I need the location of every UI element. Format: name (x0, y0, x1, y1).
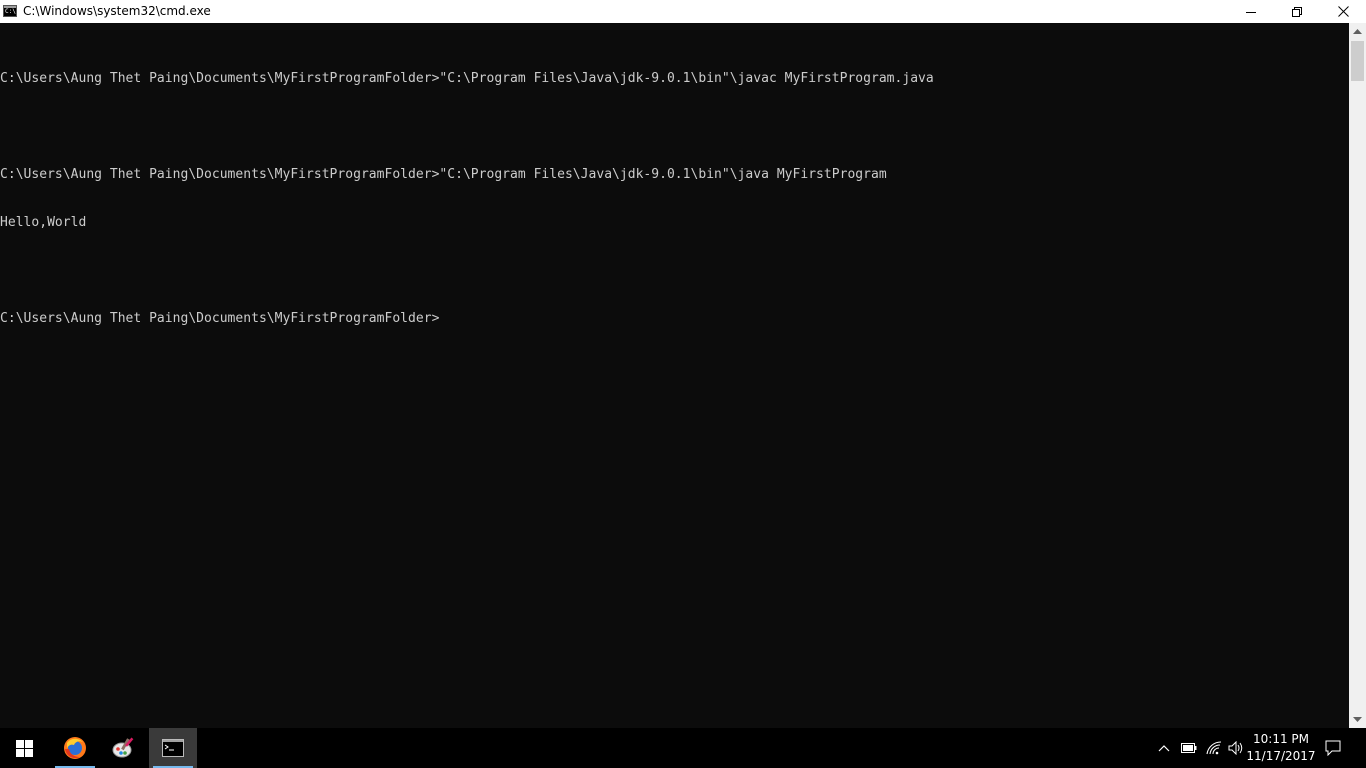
wifi-icon (1206, 741, 1222, 755)
arrow-up-icon (1353, 28, 1362, 34)
chevron-up-icon (1158, 745, 1170, 752)
windows-start-icon (15, 739, 33, 757)
scrollbar-thumb[interactable] (1351, 41, 1364, 81)
start-button[interactable] (0, 728, 48, 768)
close-icon (1337, 6, 1349, 17)
console-lines: C:\Users\Aung Thet Paing\Documents\MyFir… (0, 39, 934, 359)
arrow-down-icon (1353, 716, 1362, 722)
firefox-icon (64, 737, 86, 759)
minimize-button[interactable] (1228, 0, 1274, 23)
battery-icon (1181, 743, 1197, 753)
paint-icon (112, 737, 134, 758)
taskbar: 10:11 PM 11/17/2017 (0, 728, 1366, 768)
title-bar[interactable]: C:\ C:\Windows\system32\cmd.exe (0, 0, 1366, 23)
console-output[interactable]: C:\Users\Aung Thet Paing\Documents\MyFir… (0, 23, 1349, 728)
battery-button[interactable] (1179, 738, 1199, 758)
console-line: C:\Users\Aung Thet Paing\Documents\MyFir… (0, 71, 934, 86)
restore-icon (1292, 6, 1302, 17)
cmd-icon[interactable]: C:\ (3, 5, 17, 17)
cmd-icon-text: C:\ (5, 8, 16, 15)
taskbar-cmd[interactable] (149, 728, 197, 768)
cmd-icon (162, 739, 184, 757)
console-line: Hello,World (0, 215, 87, 230)
tray-overflow-button[interactable] (1154, 738, 1174, 758)
restore-button[interactable] (1274, 0, 1320, 23)
volume-button[interactable] (1226, 738, 1246, 758)
close-button[interactable] (1320, 0, 1366, 23)
vertical-scrollbar[interactable] (1349, 23, 1366, 728)
clock-time: 10:11 PM (1253, 732, 1309, 746)
window-title: C:\Windows\system32\cmd.exe (23, 4, 211, 18)
taskbar-clock[interactable]: 10:11 PM 11/17/2017 (1244, 731, 1318, 765)
action-center-icon (1325, 740, 1341, 756)
volume-icon (1228, 741, 1243, 755)
minimize-icon (1246, 11, 1256, 13)
clock-date: 11/17/2017 (1246, 749, 1316, 763)
scroll-down-button[interactable] (1349, 711, 1366, 728)
console-line: C:\Users\Aung Thet Paing\Documents\MyFir… (0, 167, 887, 182)
network-button[interactable] (1204, 738, 1224, 758)
action-center-button[interactable] (1323, 738, 1343, 758)
taskbar-paint[interactable] (99, 728, 147, 768)
console-line: C:\Users\Aung Thet Paing\Documents\MyFir… (0, 311, 440, 326)
cmd-window: C:\ C:\Windows\system32\cmd.exe C:\Users… (0, 0, 1366, 728)
scroll-up-button[interactable] (1349, 23, 1366, 40)
taskbar-firefox[interactable] (51, 728, 99, 768)
